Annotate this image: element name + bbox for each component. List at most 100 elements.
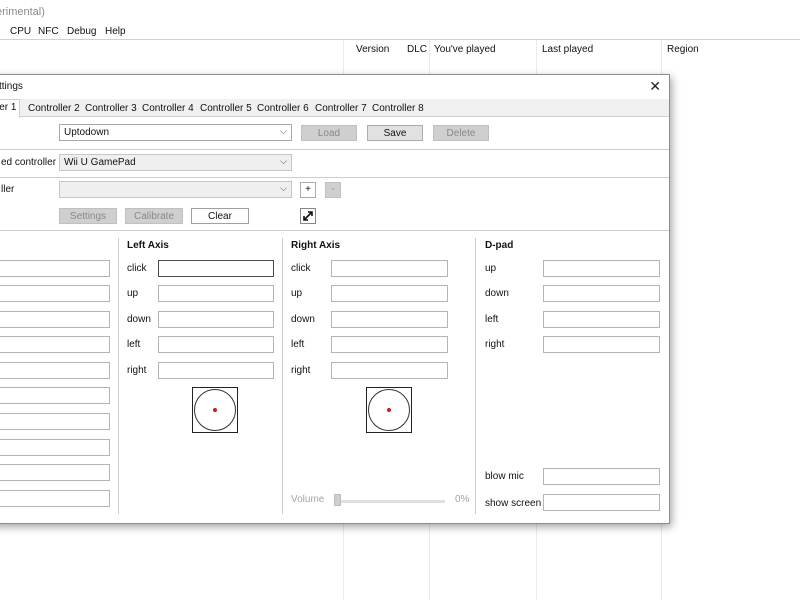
button-mapping-field[interactable] — [0, 362, 110, 379]
right-axis-click-label: click — [291, 263, 311, 274]
tab-controller-1[interactable]: ler 1 — [0, 99, 21, 118]
calibrate-button[interactable]: Calibrate — [125, 208, 183, 224]
volume-slider-thumb[interactable] — [334, 494, 341, 506]
tab-controller-6[interactable]: Controller 6 — [254, 101, 312, 117]
button-mapping-field[interactable] — [0, 439, 110, 456]
volume-label: Volume — [291, 494, 325, 505]
button-mapping-field[interactable] — [0, 464, 110, 481]
right-axis-left-field[interactable] — [331, 336, 448, 353]
tab-controller-7[interactable]: Controller 7 — [312, 101, 370, 117]
show-screen-field[interactable] — [543, 494, 660, 511]
menu-debug[interactable]: Debug — [67, 26, 96, 37]
tab-controller-8[interactable]: Controller 8 — [369, 101, 427, 117]
close-icon[interactable]: ✕ — [649, 78, 661, 95]
right-axis-right-label: right — [291, 365, 311, 376]
left-axis-right-field[interactable] — [158, 362, 274, 379]
right-axis-up-field[interactable] — [331, 285, 448, 302]
main-window-title: erimental) — [0, 0, 800, 24]
left-axis-title: Left Axis — [127, 240, 169, 251]
tab-controller-3[interactable]: Controller 3 — [82, 101, 140, 117]
left-axis-right-label: right — [127, 365, 147, 376]
remove-controller-button[interactable]: - — [325, 182, 341, 198]
blow-mic-label: blow mic — [485, 471, 524, 482]
stick-position-dot — [387, 408, 391, 412]
dpad-down-field[interactable] — [543, 285, 660, 302]
left-axis-left-label: left — [127, 339, 141, 350]
volume-slider-track[interactable] — [334, 500, 445, 503]
column-last-played[interactable]: Last played — [542, 44, 593, 55]
button-mapping-field[interactable] — [0, 490, 110, 507]
controller-label: ller — [1, 184, 15, 195]
stick-position-dot — [213, 408, 217, 412]
tab-controller-2[interactable]: Controller 2 — [25, 101, 83, 117]
save-button[interactable]: Save — [367, 125, 423, 141]
resize-arrows-icon — [303, 211, 313, 221]
left-axis-click-label: click — [127, 263, 147, 274]
column-youve-played[interactable]: You've played — [434, 44, 496, 55]
button-mapping-field[interactable] — [0, 413, 110, 430]
emulated-controller-combo[interactable]: Wii U GamePad ⌵ — [59, 154, 292, 171]
dialog-title: ttings — [0, 81, 23, 92]
dpad-right-field[interactable] — [543, 336, 660, 353]
left-stick-preview — [192, 387, 238, 433]
left-axis-click-field[interactable] — [158, 260, 274, 277]
column-separator — [282, 238, 283, 514]
column-separator — [475, 238, 476, 514]
clear-button[interactable]: Clear — [191, 208, 249, 224]
right-axis-title: Right Axis — [291, 240, 341, 251]
emulated-controller-label: ed controller — [1, 157, 57, 168]
right-axis-down-label: down — [291, 314, 315, 325]
settings-button[interactable]: Settings — [59, 208, 117, 224]
dpad-right-label: right — [485, 339, 505, 350]
button-mapping-field[interactable] — [0, 387, 110, 404]
game-list-header: Version DLC You've played Last played Re… — [0, 40, 800, 60]
menu-bar: CPU NFC Debug Help — [0, 24, 800, 40]
tab-controller-4[interactable]: Controller 4 — [139, 101, 197, 117]
left-axis-down-field[interactable] — [158, 311, 274, 328]
dpad-left-field[interactable] — [543, 311, 660, 328]
add-controller-button[interactable]: + — [300, 182, 316, 198]
delete-button[interactable]: Delete — [433, 125, 489, 141]
dpad-up-label: up — [485, 263, 497, 274]
emulated-controller-value: Wii U GamePad — [64, 157, 136, 168]
right-axis-click-field[interactable] — [331, 260, 448, 277]
column-separator — [118, 238, 119, 514]
button-mapping-field[interactable] — [0, 336, 110, 353]
chevron-down-icon: ⌵ — [280, 156, 287, 166]
right-axis-left-label: left — [291, 339, 305, 350]
dpad-up-field[interactable] — [543, 260, 660, 277]
divider — [0, 230, 669, 231]
right-stick-preview — [366, 387, 412, 433]
controller-combo[interactable]: ⌵ — [59, 181, 292, 198]
show-screen-label: show screen — [485, 498, 542, 509]
dpad-down-label: down — [485, 288, 509, 299]
divider — [0, 177, 669, 178]
menu-nfc[interactable]: NFC — [38, 26, 59, 37]
load-button[interactable]: Load — [301, 125, 357, 141]
column-version[interactable]: Version — [356, 44, 389, 55]
input-settings-dialog: ttings ✕ ler 1 Controller 2 Controller 3… — [0, 74, 670, 524]
left-axis-left-field[interactable] — [158, 336, 274, 353]
right-axis-up-label: up — [291, 288, 303, 299]
right-axis-down-field[interactable] — [331, 311, 448, 328]
profile-combo[interactable]: Uptodown ⌵ — [59, 124, 292, 141]
button-mapping-field[interactable] — [0, 311, 110, 328]
tab-controller-5[interactable]: Controller 5 — [197, 101, 255, 117]
divider — [0, 149, 669, 150]
dpad-title: D-pad — [485, 240, 514, 251]
expand-icon[interactable] — [300, 208, 316, 224]
right-axis-right-field[interactable] — [331, 362, 448, 379]
blow-mic-field[interactable] — [543, 468, 660, 485]
profile-value: Uptodown — [64, 127, 110, 138]
controller-tabs: ler 1 Controller 2 Controller 3 Controll… — [0, 99, 669, 118]
column-region[interactable]: Region — [667, 44, 699, 55]
left-axis-up-field[interactable] — [158, 285, 274, 302]
menu-cpu[interactable]: CPU — [10, 26, 31, 37]
button-mapping-field[interactable] — [0, 285, 110, 302]
button-mapping-field[interactable] — [0, 260, 110, 277]
chevron-down-icon: ⌵ — [280, 183, 287, 193]
volume-value: 0% — [455, 494, 470, 505]
menu-help[interactable]: Help — [105, 26, 126, 37]
left-axis-up-label: up — [127, 288, 139, 299]
column-dlc[interactable]: DLC — [407, 44, 427, 55]
